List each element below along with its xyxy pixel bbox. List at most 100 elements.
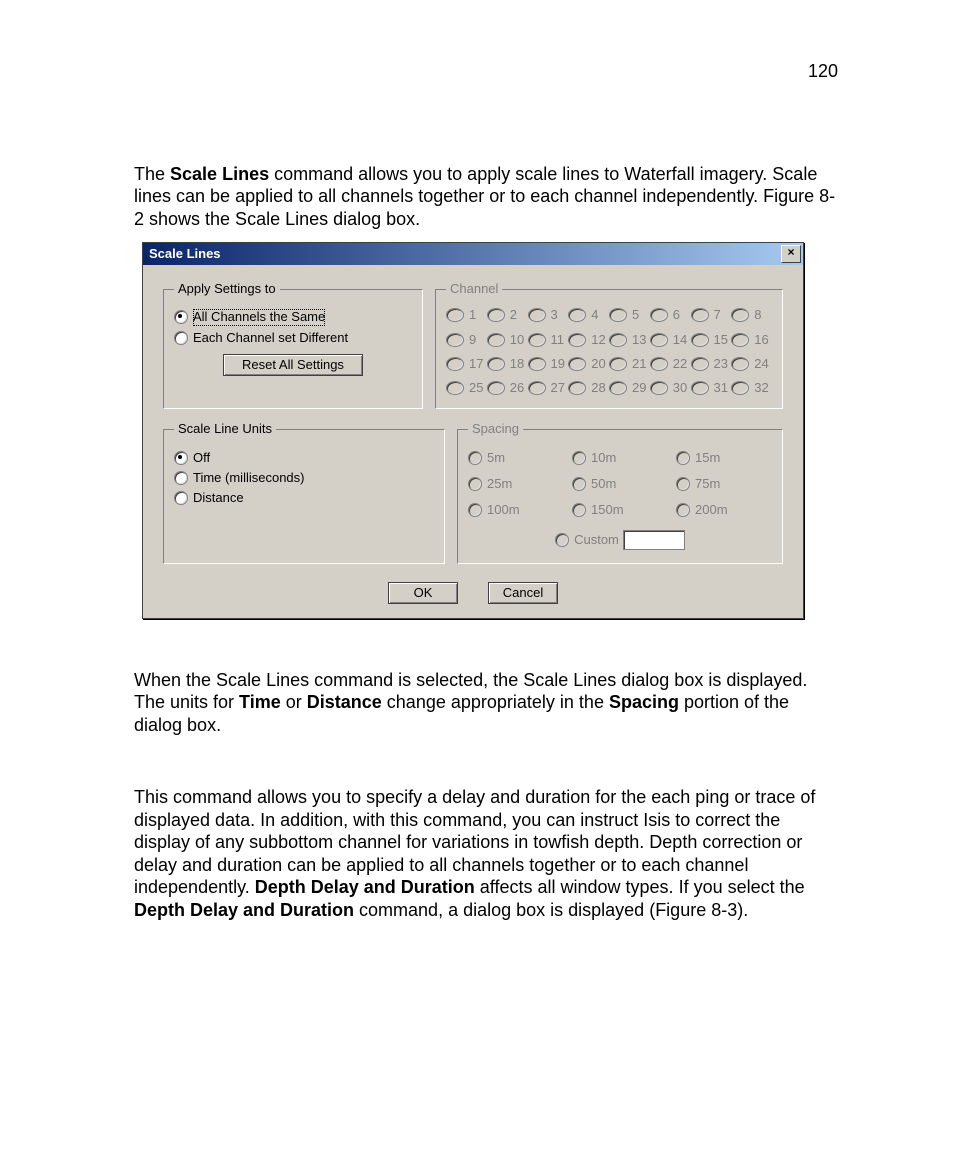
radio-spacing-15m[interactable]: 15m — [676, 450, 772, 466]
radio-icon — [487, 308, 505, 322]
radio-channel-13[interactable]: 13 — [609, 332, 650, 348]
radio-spacing-150m[interactable]: 150m — [572, 502, 668, 518]
radio-label: 15 — [714, 332, 730, 348]
close-button[interactable]: × — [781, 245, 801, 263]
radio-channel-7[interactable]: 7 — [691, 307, 732, 323]
text: or — [281, 692, 307, 712]
radio-channel-9[interactable]: 9 — [446, 332, 487, 348]
radio-channel-27[interactable]: 27 — [528, 380, 569, 396]
radio-label: Time (milliseconds) — [193, 470, 304, 486]
radio-channel-22[interactable]: 22 — [650, 356, 691, 372]
radio-label: 19 — [551, 356, 567, 372]
radio-icon — [487, 357, 505, 371]
radio-label: 5 — [632, 307, 648, 323]
dialog-figure: Scale Lines × Apply Settings to All Chan… — [142, 242, 838, 619]
radio-spacing-10m[interactable]: 10m — [572, 450, 668, 466]
radio-channel-12[interactable]: 12 — [568, 332, 609, 348]
radio-channel-31[interactable]: 31 — [691, 380, 732, 396]
radio-icon — [468, 451, 482, 465]
bold-depth-delay-2: Depth Delay and Duration — [134, 900, 354, 920]
radio-each-channel-different[interactable]: Each Channel set Different — [174, 330, 412, 346]
radio-channel-8[interactable]: 8 — [731, 307, 772, 323]
radio-spacing-200m[interactable]: 200m — [676, 502, 772, 518]
radio-spacing-100m[interactable]: 100m — [468, 502, 564, 518]
radio-icon — [487, 333, 505, 347]
radio-label: 18 — [510, 356, 526, 372]
apply-legend: Apply Settings to — [174, 281, 280, 297]
radio-icon — [568, 308, 586, 322]
radio-label: 5m — [487, 450, 505, 466]
radio-units-off[interactable]: Off — [174, 450, 434, 466]
radio-channel-15[interactable]: 15 — [691, 332, 732, 348]
spacing-custom-input[interactable] — [623, 530, 685, 550]
radio-spacing-75m[interactable]: 75m — [676, 476, 772, 492]
radio-icon — [731, 381, 749, 395]
radio-icon — [555, 533, 569, 547]
radio-icon — [446, 381, 464, 395]
radio-channel-5[interactable]: 5 — [609, 307, 650, 323]
radio-channel-16[interactable]: 16 — [731, 332, 772, 348]
radio-label: Distance — [193, 490, 244, 506]
radio-channel-10[interactable]: 10 — [487, 332, 528, 348]
dialog-title: Scale Lines — [149, 246, 221, 262]
reset-all-settings-button[interactable]: Reset All Settings — [223, 354, 363, 376]
radio-spacing-custom[interactable]: Custom — [555, 532, 619, 548]
radio-units-time[interactable]: Time (milliseconds) — [174, 470, 434, 486]
radio-icon — [528, 381, 546, 395]
radio-channel-25[interactable]: 25 — [446, 380, 487, 396]
radio-spacing-50m[interactable]: 50m — [572, 476, 668, 492]
ok-button[interactable]: OK — [388, 582, 458, 604]
radio-label: All Channels the Same — [193, 309, 325, 325]
radio-channel-26[interactable]: 26 — [487, 380, 528, 396]
radio-label: 10 — [510, 332, 526, 348]
radio-label: 8 — [754, 307, 770, 323]
radio-channel-19[interactable]: 19 — [528, 356, 569, 372]
channel-group: Channel 12345678910111213141516171819202… — [435, 281, 783, 409]
radio-icon — [650, 381, 668, 395]
bold-spacing: Spacing — [609, 692, 679, 712]
radio-label: 22 — [673, 356, 689, 372]
radio-label: 15m — [695, 450, 720, 466]
radio-channel-1[interactable]: 1 — [446, 307, 487, 323]
radio-spacing-5m[interactable]: 5m — [468, 450, 564, 466]
radio-channel-20[interactable]: 20 — [568, 356, 609, 372]
radio-channel-14[interactable]: 14 — [650, 332, 691, 348]
radio-channel-24[interactable]: 24 — [731, 356, 772, 372]
bold-time: Time — [239, 692, 281, 712]
radio-channel-6[interactable]: 6 — [650, 307, 691, 323]
radio-label: 29 — [632, 380, 648, 396]
radio-label: 200m — [695, 502, 728, 518]
radio-channel-30[interactable]: 30 — [650, 380, 691, 396]
radio-label: 27 — [551, 380, 567, 396]
radio-channel-23[interactable]: 23 — [691, 356, 732, 372]
radio-channel-28[interactable]: 28 — [568, 380, 609, 396]
spacing-group: Spacing 5m10m15m25m50m75m100m150m200m Cu… — [457, 421, 783, 563]
radio-all-channels-same[interactable]: All Channels the Same — [174, 309, 412, 325]
radio-channel-2[interactable]: 2 — [487, 307, 528, 323]
radio-icon — [446, 308, 464, 322]
radio-icon — [731, 357, 749, 371]
radio-channel-18[interactable]: 18 — [487, 356, 528, 372]
radio-spacing-25m[interactable]: 25m — [468, 476, 564, 492]
text: The — [134, 164, 170, 184]
radio-icon — [174, 310, 188, 324]
radio-channel-29[interactable]: 29 — [609, 380, 650, 396]
radio-units-distance[interactable]: Distance — [174, 490, 434, 506]
radio-channel-17[interactable]: 17 — [446, 356, 487, 372]
radio-label: 30 — [673, 380, 689, 396]
units-legend: Scale Line Units — [174, 421, 276, 437]
radio-icon — [174, 331, 188, 345]
radio-channel-3[interactable]: 3 — [528, 307, 569, 323]
radio-label: Off — [193, 450, 210, 466]
radio-channel-32[interactable]: 32 — [731, 380, 772, 396]
cancel-button[interactable]: Cancel — [488, 582, 558, 604]
radio-icon — [528, 357, 546, 371]
radio-channel-11[interactable]: 11 — [528, 332, 569, 348]
page-number: 120 — [134, 60, 838, 83]
radio-icon — [468, 503, 482, 517]
radio-channel-21[interactable]: 21 — [609, 356, 650, 372]
radio-icon — [528, 308, 546, 322]
radio-label: 12 — [591, 332, 607, 348]
radio-channel-4[interactable]: 4 — [568, 307, 609, 323]
bold-depth-delay-1: Depth Delay and Duration — [255, 877, 475, 897]
